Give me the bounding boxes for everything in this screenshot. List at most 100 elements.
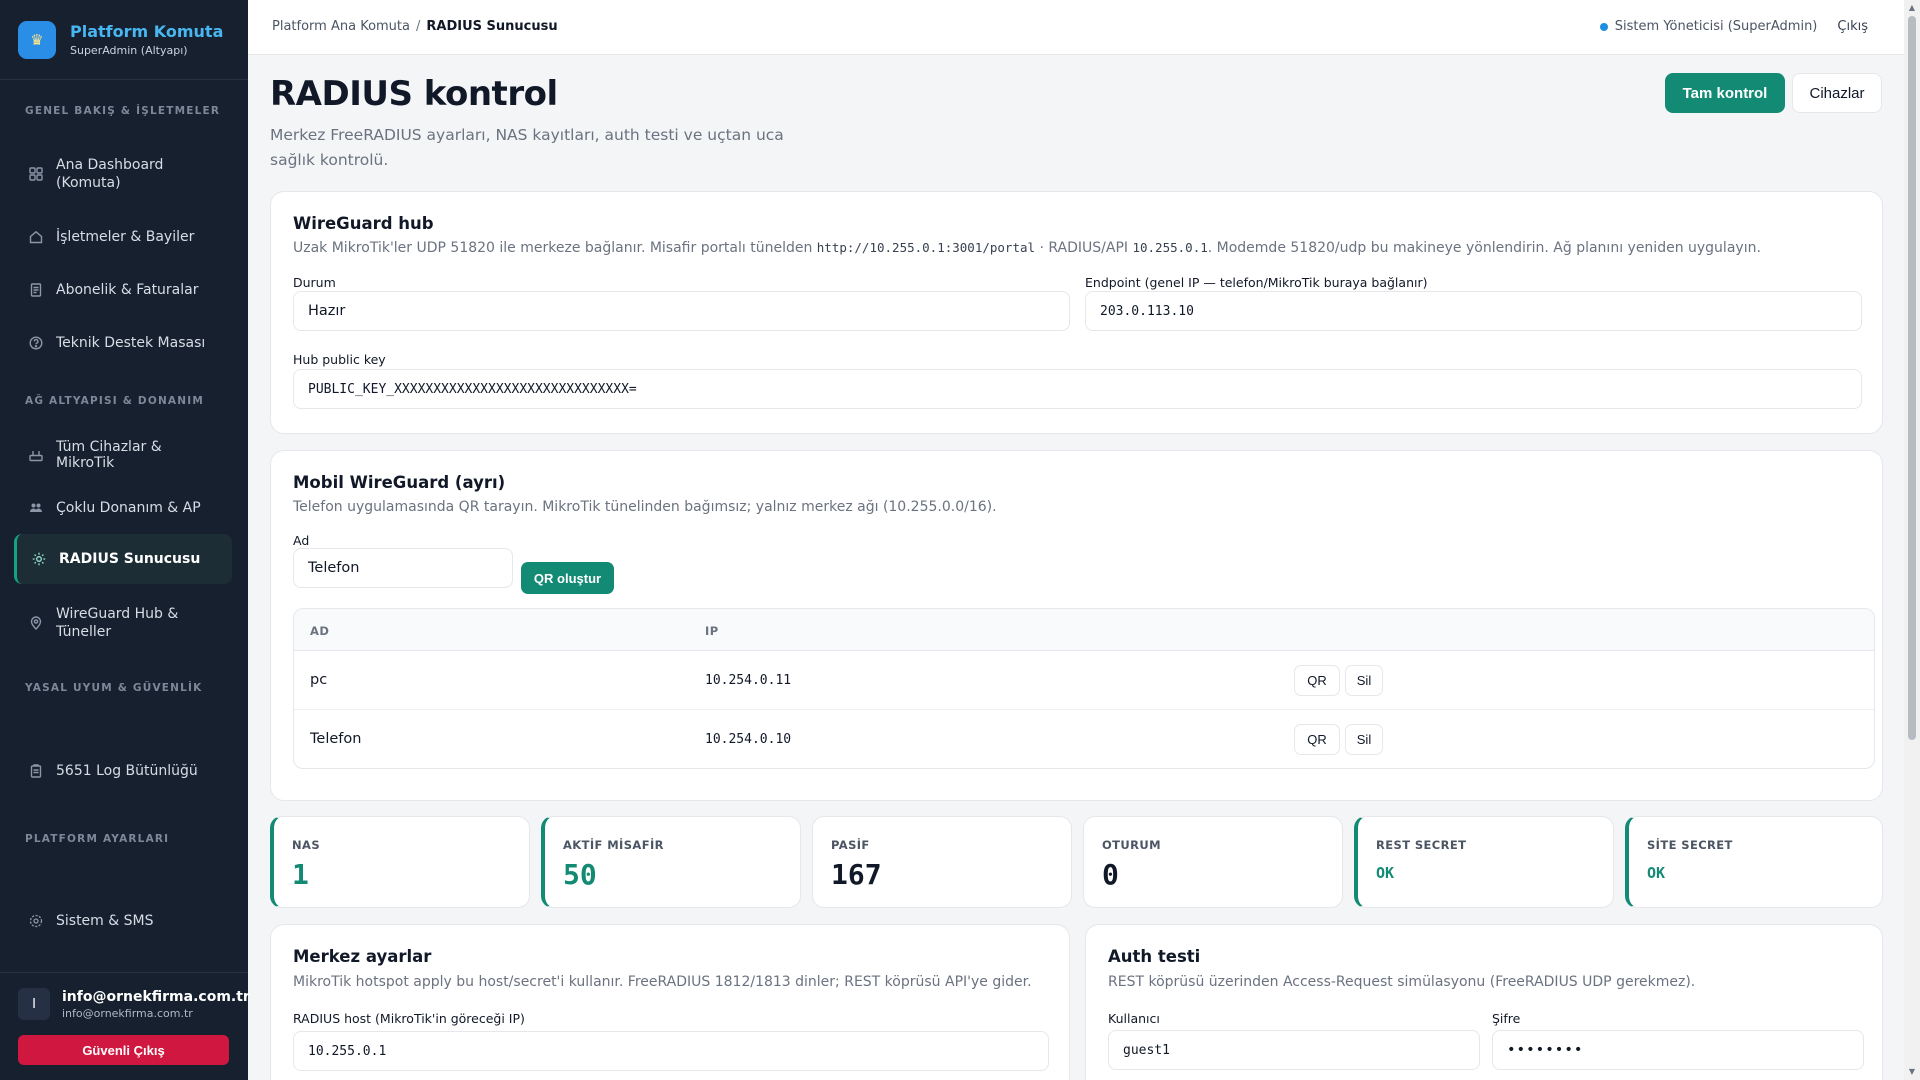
card-description: Telefon uygulamasında QR tarayın. MikroT… bbox=[293, 499, 997, 515]
document-icon bbox=[28, 282, 44, 298]
section-title-platform: PLATFORM AYARLARI bbox=[25, 833, 170, 845]
section-title-network: AĞ ALTYAPISI & DONANIM bbox=[25, 395, 205, 407]
pubkey-field[interactable]: PUBLIC_KEY_XXXXXXXXXXXXXXXXXXXXXXXXXXXXX… bbox=[293, 369, 1862, 409]
stat-label: OTURUM bbox=[1102, 838, 1161, 852]
stat-card-nas: NAS 1 bbox=[270, 816, 530, 908]
sidebar-item-hardware[interactable]: Çoklu Donanım & AP bbox=[14, 497, 232, 519]
sidebar-item-radius[interactable]: RADIUS Sunucusu bbox=[14, 534, 232, 584]
endpoint-label: Endpoint (genel IP — telefon/MikroTik bu… bbox=[1085, 275, 1428, 290]
topbar-user: Sistem Yöneticisi (SuperAdmin) Çıkış bbox=[1599, 19, 1868, 34]
stat-label: PASİF bbox=[831, 838, 870, 852]
section-title-overview: GENEL BAKIŞ & İŞLETMELER bbox=[25, 105, 221, 117]
stat-value: OK bbox=[1647, 864, 1666, 882]
full-control-button[interactable]: Tam kontrol bbox=[1665, 73, 1785, 113]
sidebar-item-billing[interactable]: Abonelik & Faturalar bbox=[14, 279, 232, 301]
page-scrollbar[interactable]: ▲ ▼ bbox=[1904, 0, 1920, 1080]
breadcrumb-root[interactable]: Platform Ana Komuta bbox=[272, 19, 410, 34]
password-input[interactable]: •••••••• bbox=[1492, 1030, 1864, 1070]
sidebar-item-label: Teknik Destek Masası bbox=[56, 335, 206, 351]
devices-button[interactable]: Cihazlar bbox=[1792, 73, 1882, 113]
center-settings-card: Merkez ayarlar MikroTik hotspot apply bu… bbox=[270, 924, 1070, 1080]
card-title: Merkez ayarlar bbox=[293, 947, 432, 966]
card-title: Auth testi bbox=[1108, 947, 1201, 966]
topbar: Platform Ana Komuta / RADIUS Sunucusu Sist… bbox=[248, 0, 1920, 55]
peer-ip: 10.254.0.11 bbox=[705, 673, 792, 688]
stat-label: REST SECRET bbox=[1376, 838, 1467, 852]
breadcrumb: Platform Ana Komuta / RADIUS Sunucusu bbox=[272, 19, 558, 34]
sidebar-item-label: Abonelik & Faturalar bbox=[56, 282, 199, 298]
home-icon bbox=[28, 229, 44, 245]
stat-card-rest-secret: REST SECRET OK bbox=[1354, 816, 1614, 908]
clipboard-icon bbox=[28, 763, 44, 779]
breadcrumb-separator: / bbox=[416, 19, 421, 34]
stat-card-site-secret: SİTE SECRET OK bbox=[1625, 816, 1883, 908]
peer-name: pc bbox=[310, 672, 328, 688]
card-description: REST köprüsü üzerinden Access-Request si… bbox=[1108, 974, 1696, 990]
crown-icon: ♛ bbox=[18, 20, 56, 59]
page-title: RADIUS kontrol bbox=[270, 74, 558, 114]
sidebar-item-label: Tüm Cihazlar & MikroTik bbox=[56, 439, 162, 471]
card-title: Mobil WireGuard (ayrı) bbox=[293, 473, 506, 492]
sidebar-item-label: RADIUS Sunucusu bbox=[59, 551, 201, 567]
card-title: WireGuard hub bbox=[293, 214, 434, 233]
name-label: Ad bbox=[293, 533, 310, 548]
peer-ip: 10.254.0.10 bbox=[705, 732, 792, 747]
stat-card-passive: PASİF 167 bbox=[812, 816, 1072, 908]
status-field[interactable]: Hazır bbox=[293, 291, 1070, 331]
status-dot-icon bbox=[1599, 22, 1608, 31]
stat-value: 50 bbox=[563, 858, 597, 891]
sidebar-item-businesses[interactable]: İşletmeler & Bayiler bbox=[14, 226, 232, 248]
stat-value: 1 bbox=[292, 858, 309, 891]
router-icon bbox=[28, 447, 44, 463]
users-icon bbox=[28, 500, 44, 516]
scroll-down-icon[interactable]: ▼ bbox=[1907, 1067, 1917, 1077]
radius-host-input[interactable]: 10.255.0.1 bbox=[293, 1031, 1049, 1071]
sidebar-item-label: WireGuard Hub & Tüneller bbox=[56, 606, 179, 640]
table-row: pc 10.254.0.11 QR Sil bbox=[294, 651, 1874, 710]
user-box: I info@ornekfirma.com.tr info@ornekfirma… bbox=[18, 988, 250, 1020]
sidebar-item-system[interactable]: Sistem & SMS bbox=[14, 910, 232, 932]
secure-logout-button[interactable]: Güvenli Çıkış bbox=[18, 1035, 229, 1065]
sidebar-item-support[interactable]: Teknik Destek Masası bbox=[14, 332, 232, 354]
help-icon bbox=[28, 335, 44, 351]
page-description: Merkez FreeRADIUS ayarları, NAS kayıtlar… bbox=[270, 126, 784, 169]
delete-button[interactable]: Sil bbox=[1345, 724, 1383, 755]
sidebar-item-label: İşletmeler & Bayiler bbox=[56, 229, 195, 245]
column-header-name: AD bbox=[310, 624, 330, 638]
sidebar-item-label: Ana Dashboard (Komuta) bbox=[56, 157, 164, 191]
role-label: Sistem Yöneticisi (SuperAdmin) bbox=[1614, 19, 1818, 34]
stat-value: 0 bbox=[1102, 858, 1119, 891]
portal-url: http://10.255.0.1:3001/portal bbox=[816, 240, 1036, 255]
qr-button[interactable]: QR bbox=[1294, 724, 1340, 755]
peers-table: AD IP pc 10.254.0.11 QR Sil Telefon 10.2… bbox=[293, 608, 1875, 769]
sidebar-item-log[interactable]: 5651 Log Bütünlüğü bbox=[14, 760, 232, 782]
stat-card-sessions: OTURUM 0 bbox=[1083, 816, 1343, 908]
sidebar-item-label: Çoklu Donanım & AP bbox=[56, 500, 201, 516]
password-label: Şifre bbox=[1492, 1011, 1521, 1026]
stat-label: AKTİF MİSAFİR bbox=[563, 838, 664, 852]
qr-button[interactable]: QR bbox=[1294, 665, 1340, 696]
section-title-legal: YASAL UYUM & GÜVENLİK bbox=[25, 682, 203, 694]
username-input[interactable]: guest1 bbox=[1108, 1030, 1480, 1070]
wireguard-hub-card: WireGuard hub Uzak MikroTik'ler UDP 5182… bbox=[270, 191, 1883, 434]
card-description: MikroTik hotspot apply bu host/secret'i … bbox=[293, 974, 1032, 990]
username-label: Kullanıcı bbox=[1108, 1011, 1160, 1026]
stat-value: 167 bbox=[831, 858, 882, 891]
sidebar-item-devices[interactable]: Tüm Cihazlar & MikroTik bbox=[14, 439, 232, 471]
scroll-thumb[interactable] bbox=[1908, 16, 1916, 740]
mobile-wireguard-card: Mobil WireGuard (ayrı) Telefon uygulamas… bbox=[270, 450, 1883, 801]
card-description: Uzak MikroTik'ler UDP 51820 ile merkeze … bbox=[293, 240, 1761, 256]
table-header: AD IP bbox=[294, 609, 1874, 651]
brand-title: Platform Komuta bbox=[70, 22, 224, 41]
endpoint-field[interactable]: 203.0.113.10 bbox=[1085, 291, 1862, 331]
user-name: info@ornekfirma.com.tr bbox=[62, 988, 250, 1005]
sidebar-item-wireguard[interactable]: WireGuard Hub & Tüneller bbox=[14, 603, 232, 643]
sidebar-item-dashboard[interactable]: Ana Dashboard (Komuta) bbox=[14, 154, 232, 194]
brand[interactable]: ♛ Platform Komuta SuperAdmin (Altyapı) bbox=[0, 0, 248, 80]
table-row: Telefon 10.254.0.10 QR Sil bbox=[294, 710, 1874, 768]
create-qr-button[interactable]: QR oluştur bbox=[521, 562, 614, 594]
delete-button[interactable]: Sil bbox=[1345, 665, 1383, 696]
topbar-logout-link[interactable]: Çıkış bbox=[1837, 19, 1868, 34]
scroll-up-icon[interactable]: ▲ bbox=[1907, 3, 1917, 13]
device-name-input[interactable]: Telefon bbox=[293, 548, 513, 588]
